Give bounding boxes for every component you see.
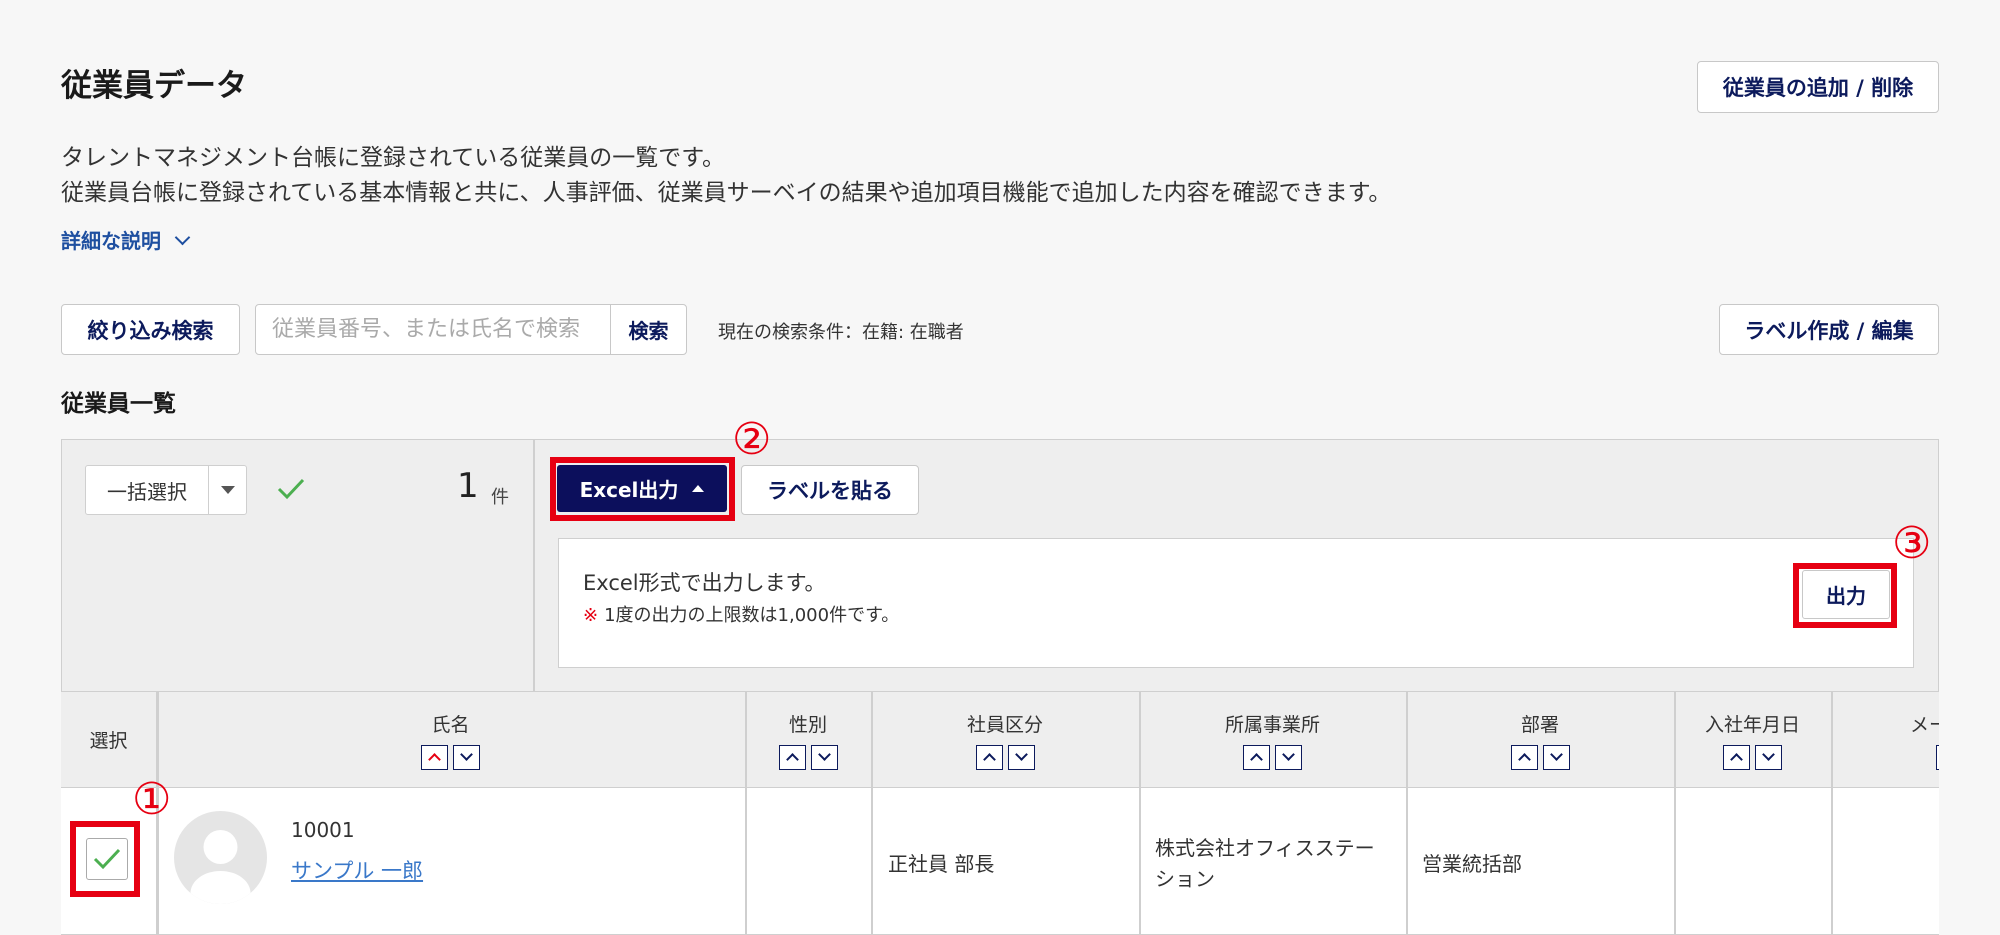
header-department: 部署 xyxy=(1406,691,1674,788)
sort-desc-button[interactable] xyxy=(1275,744,1302,770)
highlight-box-excel xyxy=(550,457,735,521)
count-unit: 件 xyxy=(491,487,509,508)
check-icon xyxy=(277,478,305,500)
description-line-1: タレントマネジメント台帳に登録されている従業員の一覧です。 xyxy=(61,145,726,171)
header-employee-type-label: 社員区分 xyxy=(966,713,1043,736)
sort-desc-button[interactable] xyxy=(1755,744,1782,770)
header-employee-type: 社員区分 xyxy=(871,691,1139,788)
cell-employee-type: 正社員 部長 xyxy=(888,852,995,876)
chevron-down-icon xyxy=(174,229,191,245)
export-note: ※ 1度の出力の上限数は1,000件です。 xyxy=(583,601,899,627)
column-divider xyxy=(1674,691,1676,935)
header-email: メール xyxy=(1831,691,1939,788)
label-edit-button[interactable]: ラベル作成 / 編集 xyxy=(1719,304,1939,355)
list-title: 従業員一覧 xyxy=(61,391,176,417)
column-divider xyxy=(871,691,873,935)
header-select-label: 選択 xyxy=(89,730,128,752)
chevron-down-icon xyxy=(460,748,473,761)
sort-asc-button[interactable] xyxy=(1243,744,1270,770)
paste-label-button[interactable]: ラベルを貼る xyxy=(741,465,919,515)
column-divider xyxy=(745,691,747,935)
page-title: 従業員データ xyxy=(61,68,247,104)
header-hire-date-label: 入社年月日 xyxy=(1704,713,1800,736)
chevron-up-icon xyxy=(785,753,799,766)
search-button[interactable]: 検索 xyxy=(610,305,686,354)
column-divider xyxy=(1831,691,1833,935)
chevron-up-icon xyxy=(1517,753,1531,766)
dropdown-toggle[interactable] xyxy=(208,466,246,514)
highlight-box-checkbox xyxy=(70,821,140,897)
header-office-label: 所属事業所 xyxy=(1224,713,1320,736)
export-message: Excel形式で出力します。 xyxy=(583,571,826,595)
chevron-down-icon xyxy=(1282,748,1295,761)
sort-asc-button[interactable] xyxy=(975,744,1003,770)
avatar xyxy=(174,811,267,904)
sort-asc-button[interactable] xyxy=(1510,744,1538,770)
sort-asc-button[interactable] xyxy=(1723,744,1750,770)
chevron-up-icon xyxy=(982,753,996,766)
chevron-down-icon xyxy=(1762,748,1775,761)
chevron-up-icon xyxy=(1250,753,1263,766)
cell-department: 営業統括部 xyxy=(1422,852,1522,876)
selected-count: 1 xyxy=(457,466,479,506)
column-divider xyxy=(1139,691,1141,935)
search-input[interactable] xyxy=(256,305,610,354)
sort-asc-button[interactable] xyxy=(1936,744,1939,770)
chevron-up-icon xyxy=(428,753,441,766)
note-mark: ※ xyxy=(583,605,599,626)
header-office: 所属事業所 xyxy=(1139,691,1406,788)
detail-link-label: 詳細な説明 xyxy=(61,229,161,253)
highlight-box-output xyxy=(1793,563,1897,628)
add-remove-employee-button[interactable]: 従業員の追加 / 削除 xyxy=(1697,61,1939,113)
sort-desc-button[interactable] xyxy=(1007,744,1035,770)
header-department-label: 部署 xyxy=(1520,713,1559,736)
employee-number: 10001 xyxy=(291,818,355,842)
description-line-2: 従業員台帳に登録されている基本情報と共に、人事評価、従業員サーベイの結果や追加項… xyxy=(61,180,1392,206)
chevron-down-icon xyxy=(1549,748,1563,761)
caret-down-icon xyxy=(220,486,235,494)
search-box: 検索 xyxy=(255,304,687,355)
sort-desc-button[interactable] xyxy=(1542,744,1570,770)
header-hire-date: 入社年月日 xyxy=(1674,691,1831,788)
chevron-down-icon xyxy=(817,748,831,761)
detail-description-link[interactable]: 詳細な説明 xyxy=(61,225,191,254)
header-gender: 性別 xyxy=(745,691,871,788)
header-email-label: メール xyxy=(1909,713,1939,736)
employee-name-link[interactable]: サンプル 一郎 xyxy=(291,855,423,885)
user-avatar-icon xyxy=(190,830,251,904)
current-search-condition: 現在の検索条件：在籍: 在職者 xyxy=(718,322,964,343)
bulk-select-dropdown[interactable]: 一括選択 xyxy=(85,465,247,515)
chevron-down-icon xyxy=(1014,748,1028,761)
step-2-marker: ② xyxy=(732,414,772,465)
header-name-label: 氏名 xyxy=(431,713,470,736)
column-divider xyxy=(1406,691,1408,935)
sort-desc-button[interactable] xyxy=(453,744,480,770)
sort-asc-button[interactable] xyxy=(778,744,806,770)
header-gender-label: 性別 xyxy=(788,713,827,736)
chevron-up-icon xyxy=(1730,753,1743,766)
sort-asc-button[interactable] xyxy=(421,744,448,770)
bulk-select-label: 一括選択 xyxy=(107,479,187,504)
step-1-marker: ① xyxy=(132,774,172,825)
sort-desc-button[interactable] xyxy=(810,744,838,770)
header-name: 氏名 xyxy=(156,691,745,788)
step-3-marker: ③ xyxy=(1892,518,1932,569)
panel-divider xyxy=(533,439,535,691)
cell-office-line2: ション xyxy=(1155,867,1215,891)
filter-search-button[interactable]: 絞り込み検索 xyxy=(61,304,240,355)
export-note-text: 1度の出力の上限数は1,000件です。 xyxy=(604,605,900,626)
cell-office-line1: 株式会社オフィスステー xyxy=(1155,836,1375,860)
